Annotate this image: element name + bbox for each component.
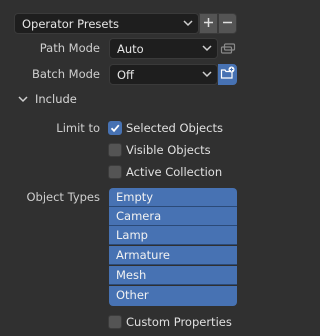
checkbox-unchecked <box>108 165 122 179</box>
object-type-item[interactable]: Camera <box>109 207 237 226</box>
remove-preset-button[interactable] <box>218 13 237 34</box>
object-type-label: Empty <box>116 190 154 204</box>
path-mode-label: Path Mode <box>39 41 100 55</box>
visible-objects-label: Visible Objects <box>126 143 211 157</box>
object-type-item[interactable]: Mesh <box>109 266 237 285</box>
object-type-label: Lamp <box>116 228 148 242</box>
selected-objects-checkbox[interactable]: Selected Objects <box>108 120 236 136</box>
include-section-header[interactable]: Include <box>14 89 234 109</box>
object-types-label: Object Types <box>26 190 100 204</box>
object-type-label: Armature <box>116 248 170 262</box>
selected-objects-label: Selected Objects <box>126 121 223 135</box>
custom-properties-label: Custom Properties <box>126 315 232 329</box>
operator-presets-dropdown[interactable]: Operator Presets <box>14 13 199 34</box>
active-collection-checkbox[interactable]: Active Collection <box>108 164 236 180</box>
path-mode-value: Auto <box>117 42 144 56</box>
visible-objects-checkbox[interactable]: Visible Objects <box>108 142 236 158</box>
checkbox-unchecked <box>108 143 122 157</box>
new-folder-icon <box>220 66 235 83</box>
object-type-item[interactable]: Lamp <box>109 226 237 245</box>
object-type-label: Mesh <box>116 268 147 282</box>
limit-to-label: Limit to <box>56 121 100 135</box>
object-type-label: Camera <box>116 209 162 223</box>
batch-mode-value: Off <box>117 68 134 82</box>
checkbox-unchecked <box>108 315 122 329</box>
batch-mode-label: Batch Mode <box>31 67 100 81</box>
include-section-label: Include <box>35 92 77 106</box>
batch-mode-dropdown[interactable]: Off <box>109 64 218 85</box>
object-type-item[interactable]: Armature <box>109 246 237 265</box>
object-type-item[interactable]: Other <box>109 286 237 306</box>
chevron-down-icon <box>182 16 194 33</box>
object-type-item[interactable]: Empty <box>109 188 237 207</box>
path-mode-dropdown[interactable]: Auto <box>109 38 218 59</box>
plus-icon <box>203 17 214 31</box>
object-type-label: Other <box>116 288 149 302</box>
active-collection-label: Active Collection <box>126 165 223 179</box>
link-icon[interactable] <box>220 42 236 58</box>
checkbox-checked <box>108 121 122 135</box>
new-folder-button[interactable] <box>218 64 237 85</box>
minus-icon <box>222 17 233 31</box>
chevron-down-icon <box>17 93 29 108</box>
custom-properties-checkbox[interactable]: Custom Properties <box>108 314 238 330</box>
operator-presets-value: Operator Presets <box>22 17 119 31</box>
chevron-down-icon <box>201 67 213 84</box>
chevron-down-icon <box>201 41 213 58</box>
add-preset-button[interactable] <box>199 13 218 34</box>
